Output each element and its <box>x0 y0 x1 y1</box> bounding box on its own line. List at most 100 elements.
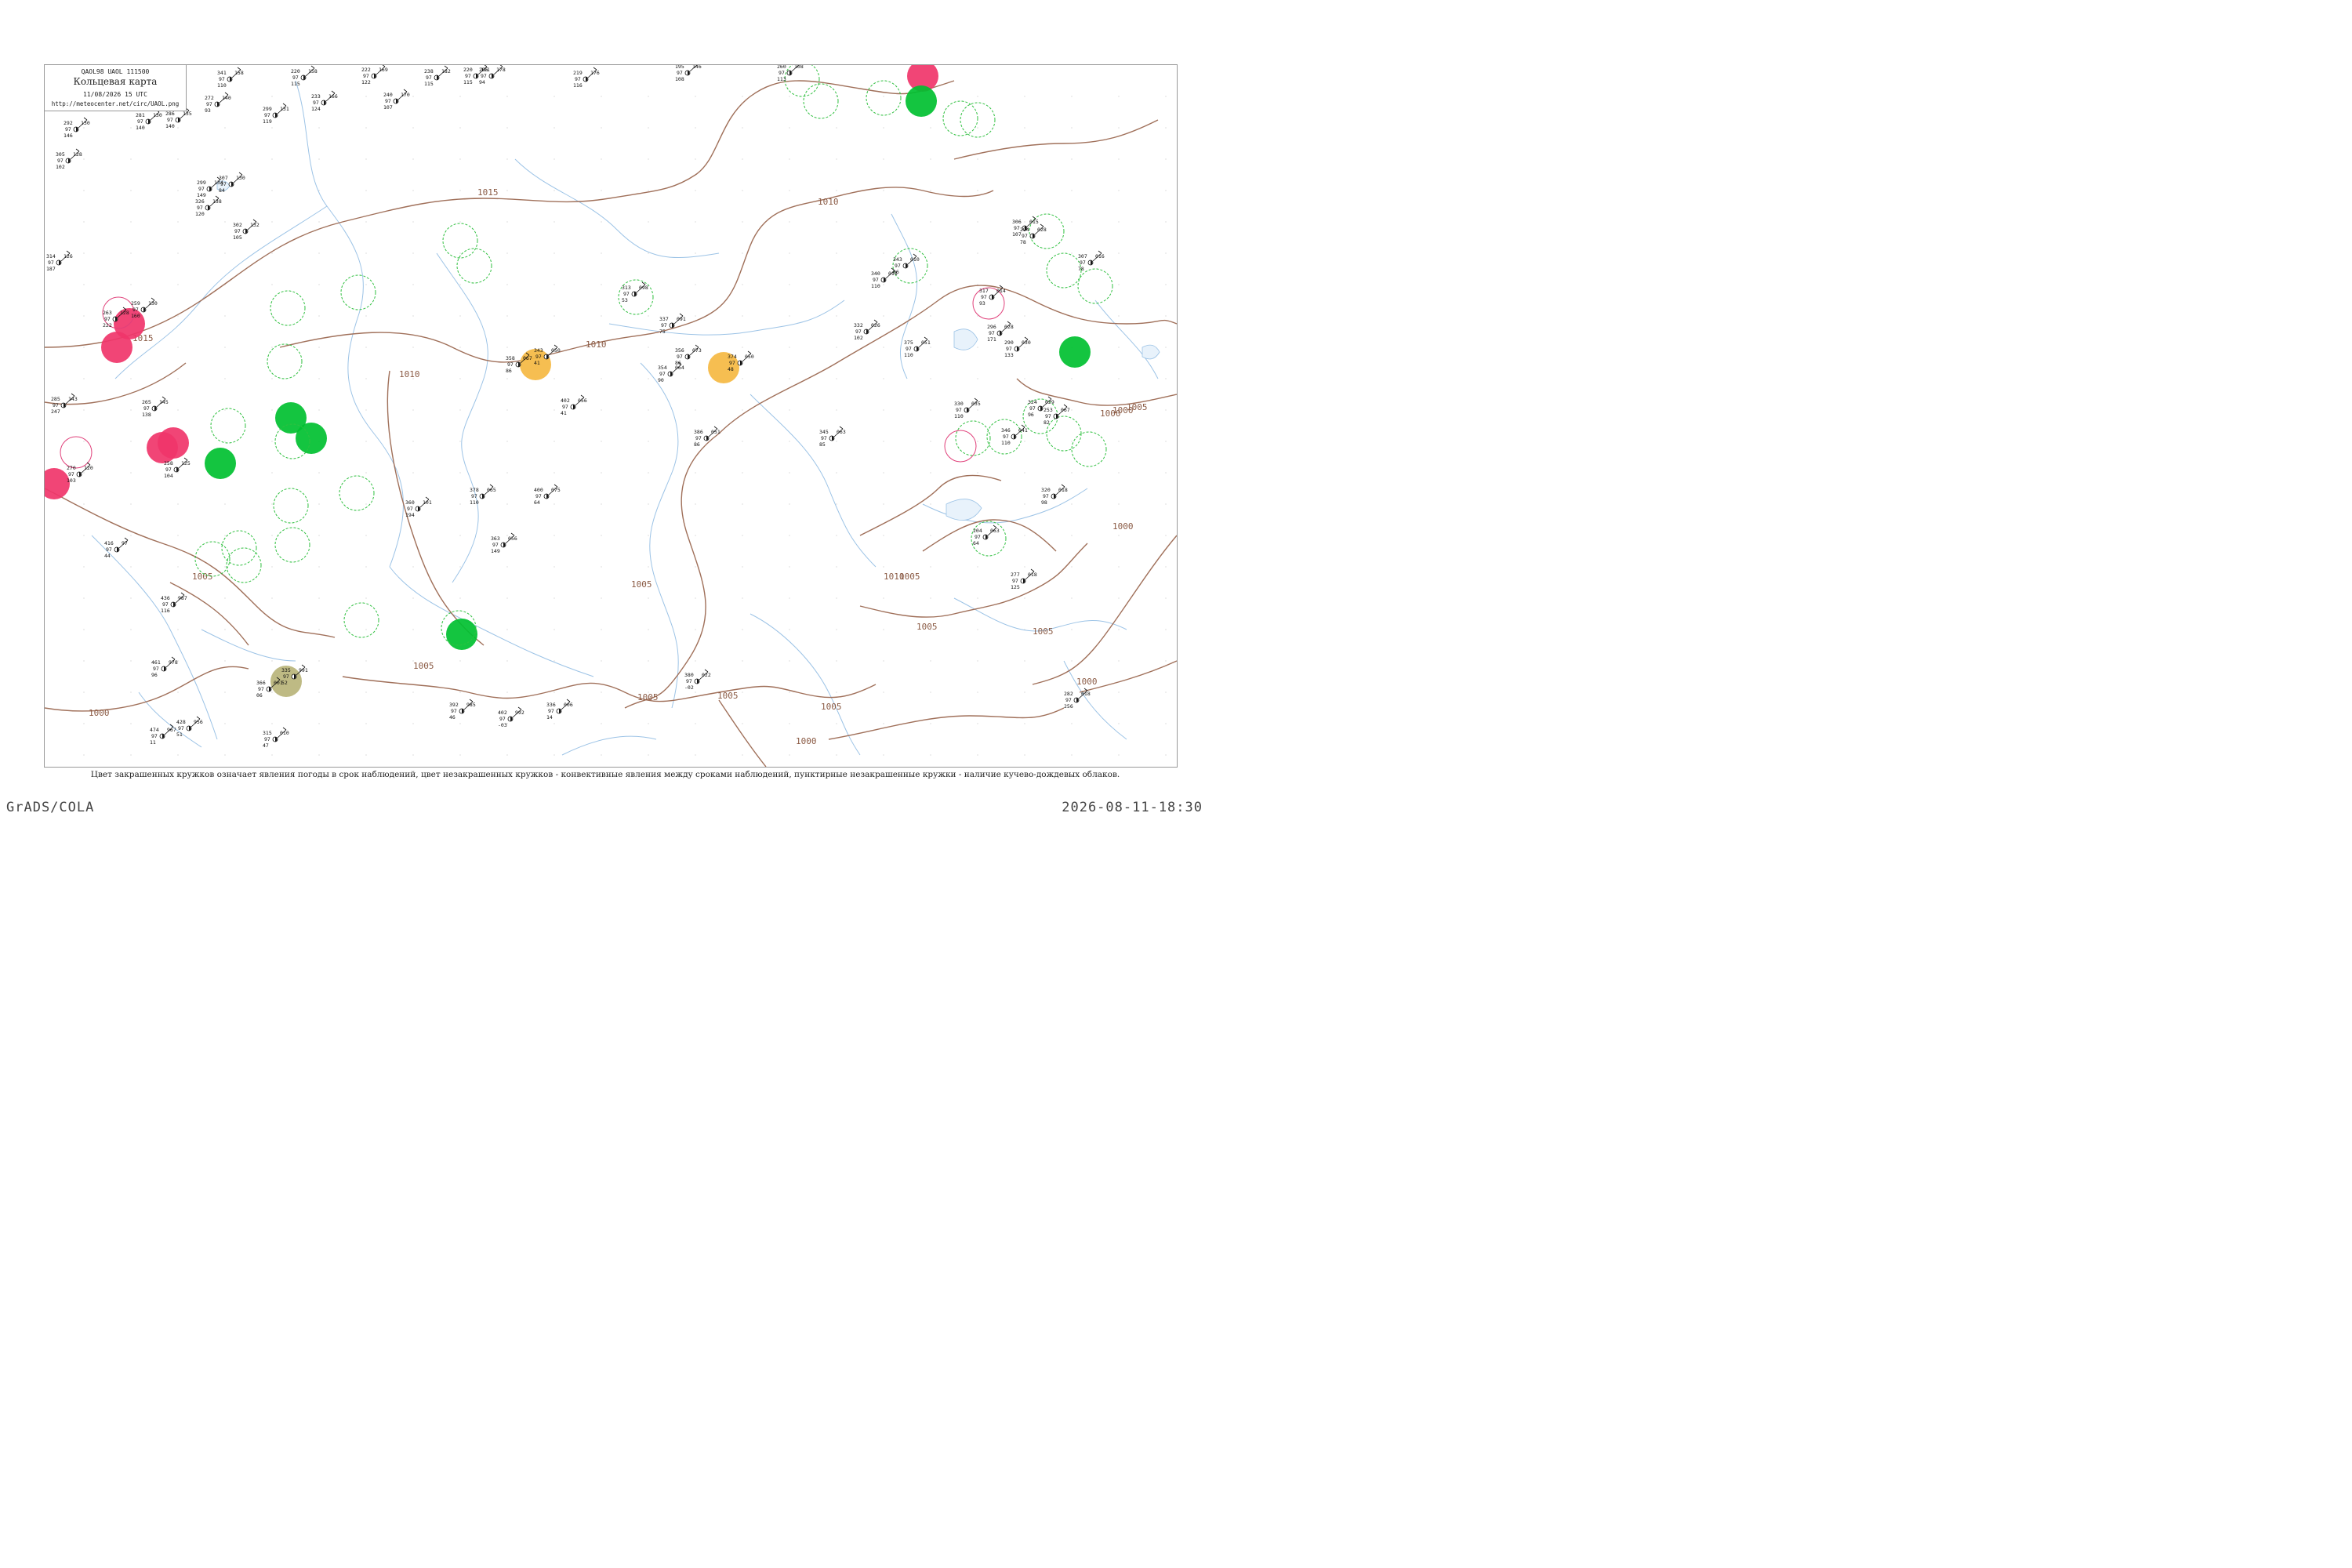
station-dewpoint: 84 <box>219 187 225 194</box>
grid-dot <box>271 597 273 599</box>
station-plot: 374 050 9748 <box>728 350 754 372</box>
station-dewpoint: 125 <box>1011 584 1020 590</box>
station-plot: 258 125 97104 <box>164 457 191 479</box>
station-plot: 307 016 9778 <box>1078 250 1105 272</box>
station-temperature: 360 <box>405 499 415 506</box>
station-pressure: 010 <box>280 730 289 736</box>
station-pressure: 011 <box>888 270 898 277</box>
grid-dot <box>459 723 461 724</box>
grid-dot <box>1024 691 1025 693</box>
station-plot: 238 182 97115 <box>424 65 451 87</box>
station-temperature: 238 <box>424 68 434 74</box>
station-dewpoint: 120 <box>195 211 205 217</box>
station-dewpoint: 64 <box>534 499 540 506</box>
grid-dot <box>318 127 320 129</box>
station-pressure: 035 <box>971 401 981 407</box>
station-temperature: 205 <box>479 67 488 73</box>
cb-cloud-ring <box>1077 268 1113 304</box>
grid-dot <box>883 221 884 223</box>
rain-weather-circle <box>205 448 236 479</box>
grid-dot <box>459 566 461 568</box>
station-temperature: 302 <box>233 222 242 228</box>
station-pressure: 016 <box>1095 253 1105 260</box>
grid-dot <box>83 660 85 662</box>
grid-dot <box>271 190 273 191</box>
isobar-label: 1015 <box>477 187 499 198</box>
grid-dot <box>224 691 226 693</box>
station-pressure: 176 <box>590 70 600 76</box>
isobar-label: 1000 <box>1112 521 1134 532</box>
grid-dot <box>224 503 226 505</box>
grid-dot <box>271 378 273 379</box>
station-dewpoint: 124 <box>311 106 321 112</box>
grid-dot <box>177 409 179 411</box>
station-temperature: 277 <box>1011 572 1020 578</box>
grid-dot <box>506 158 508 160</box>
station-dewpoint: 48 <box>728 366 734 372</box>
grid-dot <box>83 503 85 505</box>
station-weather-code: 97 <box>895 263 901 269</box>
grid-dot <box>365 629 367 630</box>
station-dewpoint: 115 <box>424 81 434 87</box>
grid-dot <box>883 409 884 411</box>
station-weather-code: 97 <box>219 76 225 82</box>
grid-dot <box>130 472 132 474</box>
grid-dot <box>977 597 978 599</box>
grid-dot <box>506 566 508 568</box>
grid-dot <box>1071 723 1073 724</box>
station-temperature: 375 <box>904 339 913 346</box>
grid-dot <box>177 503 179 505</box>
grid-dot <box>1118 754 1120 756</box>
grid-dot <box>1024 127 1025 129</box>
isobar-label: 1005 <box>916 622 938 632</box>
grid-dot <box>977 409 978 411</box>
grid-dot <box>836 629 837 630</box>
grid-dot <box>883 503 884 505</box>
grid-dot <box>224 409 226 411</box>
station-pressure: 065 <box>487 487 496 493</box>
grid-dot <box>506 284 508 285</box>
grid-dot <box>83 691 85 693</box>
station-weather-code: 97 <box>1006 346 1012 352</box>
station-pressure: 120 <box>84 465 93 471</box>
grid-dot <box>271 629 273 630</box>
cb-cloud-ring <box>343 602 379 638</box>
grid-dot <box>271 691 273 693</box>
station-pressure: 022 <box>702 672 711 678</box>
grid-dot <box>130 566 132 568</box>
station-weather-code: 97 <box>57 158 64 164</box>
grid-dot <box>930 221 931 223</box>
grid-dot <box>177 252 179 254</box>
station-temperature: 259 <box>131 300 140 307</box>
station-dewpoint: 149 <box>491 548 500 554</box>
station-weather-code: 97 <box>165 466 172 473</box>
grid-dot <box>318 284 320 285</box>
station-plot: 354 064 9790 <box>658 361 684 383</box>
grid-dot <box>1118 378 1120 379</box>
station-temperature: 363 <box>491 535 500 542</box>
station-dewpoint: 78 <box>1078 266 1084 272</box>
grid-dot <box>130 221 132 223</box>
station-weather-code: 97 <box>132 307 139 313</box>
grid-dot <box>177 472 179 474</box>
grid-dot <box>1118 503 1120 505</box>
grid-dot <box>1118 315 1120 317</box>
station-weather-code: 97 <box>507 361 514 368</box>
grid-dot <box>459 691 461 693</box>
grid-dot <box>1024 378 1025 379</box>
station-weather-code: 97 <box>677 70 683 76</box>
grid-dot <box>459 315 461 317</box>
isobar-label: 1005 <box>899 572 920 582</box>
grid-dot <box>412 221 414 223</box>
grid-dot <box>1071 566 1073 568</box>
grid-dot <box>130 723 132 724</box>
map-url: http://meteocenter.net/circ/UAOL.png <box>51 100 180 107</box>
station-temperature: 332 <box>854 322 863 328</box>
station-dewpoint: 102 <box>56 164 65 170</box>
grid-dot <box>412 597 414 599</box>
grid-dot <box>506 597 508 599</box>
station-temperature: 337 <box>659 316 669 322</box>
grid-dot <box>365 409 367 411</box>
grid-dot <box>318 378 320 379</box>
station-plot: 277 018 97125 <box>1011 568 1037 590</box>
